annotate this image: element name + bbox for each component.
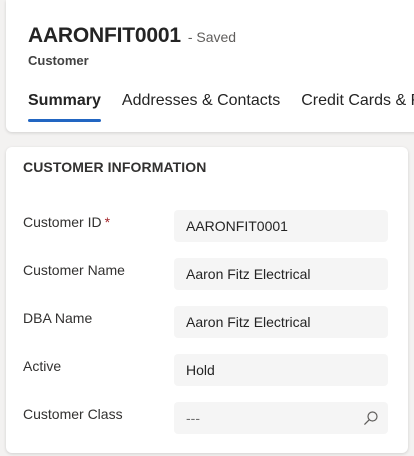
- tab-list: Summary Addresses & Contacts Credit Card…: [28, 92, 414, 122]
- field-label-customer-id: Customer ID *: [23, 214, 110, 230]
- record-title: AARONFIT0001: [28, 24, 181, 47]
- field-row-customer-id: Customer ID * AARONFIT0001: [23, 210, 388, 242]
- field-row-dba-name: DBA Name Aaron Fitz Electrical: [23, 306, 388, 338]
- save-status: - Saved: [187, 29, 237, 45]
- customer-class-value: ---: [186, 410, 200, 426]
- tab-addresses-contacts[interactable]: Addresses & Contacts: [122, 92, 280, 122]
- field-label-customer-name: Customer Name: [23, 262, 125, 278]
- entity-type-label: Customer: [28, 53, 89, 68]
- customer-name-input[interactable]: Aaron Fitz Electrical: [174, 258, 388, 290]
- field-row-customer-name: Customer Name Aaron Fitz Electrical: [23, 258, 388, 290]
- customer-id-input[interactable]: AARONFIT0001: [174, 210, 388, 242]
- customer-information-section: CUSTOMER INFORMATION Customer ID * AARONF…: [6, 147, 408, 453]
- record-header: AARONFIT0001 - Saved Customer Summary Ad…: [6, 0, 414, 132]
- search-icon[interactable]: [363, 410, 379, 426]
- active-select[interactable]: Hold: [174, 354, 388, 386]
- field-label-dba-name: DBA Name: [23, 310, 93, 326]
- title-row: AARONFIT0001 - Saved: [28, 24, 236, 48]
- customer-class-lookup[interactable]: ---: [174, 402, 388, 434]
- section-title: CUSTOMER INFORMATION: [23, 159, 207, 175]
- field-label-customer-class: Customer Class: [23, 406, 123, 422]
- field-label-text: Customer ID: [23, 214, 102, 230]
- tab-credit-cards[interactable]: Credit Cards & Re: [301, 92, 414, 122]
- dba-name-input[interactable]: Aaron Fitz Electrical: [174, 306, 388, 338]
- field-row-customer-class: Customer Class ---: [23, 402, 388, 434]
- field-label-active: Active: [23, 358, 62, 374]
- required-mark: *: [104, 214, 111, 230]
- field-row-active: Active Hold: [23, 354, 388, 386]
- tab-summary[interactable]: Summary: [28, 92, 101, 122]
